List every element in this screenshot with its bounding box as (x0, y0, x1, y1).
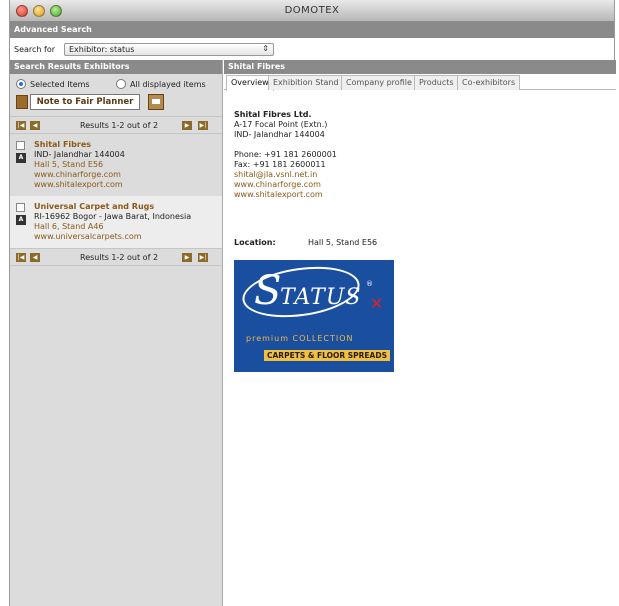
result-item[interactable]: A Shital Fibres IND- Jalandhar 144004 Ha… (10, 134, 222, 196)
exhibitor-badge-icon: A (16, 215, 26, 225)
prev-page-icon[interactable]: ◀ (30, 253, 40, 262)
prev-page-icon[interactable]: ◀ (30, 121, 40, 130)
printer-icon[interactable] (148, 94, 164, 110)
advanced-search-header: Advanced Search (10, 22, 614, 38)
company-name: Shital Fibres Ltd. (234, 110, 312, 119)
company-phone: Phone: +91 181 2600001 (234, 150, 337, 159)
pager-text: Results 1-2 out of 2 (80, 253, 159, 262)
results-panel-title: Search Results Exhibitors (10, 60, 222, 74)
all-displayed-label: All displayed items (130, 80, 206, 89)
company-web-link-1[interactable]: www.chinarforge.com (234, 180, 337, 190)
result-checkbox[interactable] (16, 141, 25, 150)
result-address: RI-16962 Bogor - Jawa Barat, Indonesia (34, 212, 192, 221)
search-select[interactable]: Exhibitor: status ⇕ (64, 43, 274, 56)
result-address: IND- Jalandhar 144004 (34, 150, 125, 159)
pager-bottom: |◀ ◀ Results 1-2 out of 2 ▶ ▶| (10, 248, 222, 266)
logo-brand: TATUS (280, 285, 362, 310)
selected-items-label: Selected Items (30, 80, 90, 89)
last-page-icon[interactable]: ▶| (198, 253, 208, 262)
last-page-icon[interactable]: ▶| (198, 121, 208, 130)
pager-top: |◀ ◀ Results 1-2 out of 2 ▶ ▶| (10, 116, 222, 134)
tab-co-exhibitors[interactable]: Co-exhibitors (457, 75, 521, 90)
company-address-1: A-17 Focal Point (Extn.) (234, 120, 328, 129)
note-to-fair-planner-button[interactable]: Note to Fair Planner (30, 94, 140, 110)
location-value: Hall 5, Stand E56 (308, 238, 378, 247)
company-logo: S TATUS ® ✕ premium COLLECTION CARPETS &… (234, 260, 394, 372)
tab-products[interactable]: Products (414, 75, 459, 90)
title-bar: DOMOTEX (10, 0, 614, 22)
company-email-link[interactable]: shital@jla.vsnl.net.in (234, 170, 337, 180)
result-item[interactable]: A Universal Carpet and Rugs RI-16962 Bog… (10, 196, 222, 248)
all-displayed-radio[interactable] (116, 79, 126, 89)
next-page-icon[interactable]: ▶ (182, 121, 192, 130)
detail-panel: Shital Fibres Overview Exhibition Stand … (224, 60, 616, 606)
result-stand: Hall 6, Stand A46 (34, 222, 104, 231)
result-name[interactable]: Universal Carpet and Rugs (34, 202, 218, 212)
logo-s-letter: S (254, 268, 282, 314)
company-fax: Fax: +91 181 2600011 (234, 160, 326, 169)
pager-text: Results 1-2 out of 2 (80, 121, 159, 130)
tab-overview[interactable]: Overview (226, 75, 274, 91)
result-web-2[interactable]: www.shitalexport.com (34, 180, 218, 190)
result-name[interactable]: Shital Fibres (34, 140, 218, 150)
location-label: Location: (234, 238, 276, 247)
app-window: DOMOTEX Advanced Search Search for Exhib… (9, 0, 616, 606)
next-page-icon[interactable]: ▶ (182, 253, 192, 262)
company-address-2: IND- Jalandhar 144004 (234, 130, 325, 139)
first-page-icon[interactable]: |◀ (16, 253, 26, 262)
result-web-1[interactable]: www.universalcarpets.com (34, 232, 218, 242)
result-stand: Hall 5, Stand E56 (34, 160, 104, 169)
exhibitor-badge-icon: A (16, 153, 26, 163)
note-bar: Note to Fair Planner (10, 92, 222, 116)
results-panel: Search Results Exhibitors Selected Items… (10, 60, 223, 606)
detail-tabs: Overview Exhibition Stand Company profil… (224, 74, 616, 91)
note-icon (16, 95, 28, 109)
search-row: Search for Exhibitor: status ⇕ (10, 38, 614, 60)
company-details: Shital Fibres Ltd. A-17 Focal Point (Ext… (234, 110, 337, 200)
first-page-icon[interactable]: |◀ (16, 121, 26, 130)
result-checkbox[interactable] (16, 203, 25, 212)
tab-exhibition-stand[interactable]: Exhibition Stand (268, 75, 344, 90)
search-select-value: Exhibitor: status (69, 45, 135, 54)
selection-radios: Selected Items All displayed items (10, 74, 222, 92)
logo-tagline: CARPETS & FLOOR SPREADS (264, 350, 390, 361)
logo-cross-icon: ✕ (370, 294, 384, 313)
registered-icon: ® (366, 280, 373, 288)
logo-subtitle: premium COLLECTION (246, 334, 354, 343)
company-web-link-2[interactable]: www.shitalexport.com (234, 190, 337, 200)
window-title: DOMOTEX (284, 5, 340, 16)
detail-panel-title: Shital Fibres (224, 60, 616, 74)
tab-company-profile[interactable]: Company profile (341, 75, 417, 90)
result-web-1[interactable]: www.chinarforge.com (34, 170, 218, 180)
selected-items-radio[interactable] (16, 79, 26, 89)
search-for-label: Search for (14, 45, 56, 54)
select-arrows-icon: ⇕ (262, 44, 269, 53)
